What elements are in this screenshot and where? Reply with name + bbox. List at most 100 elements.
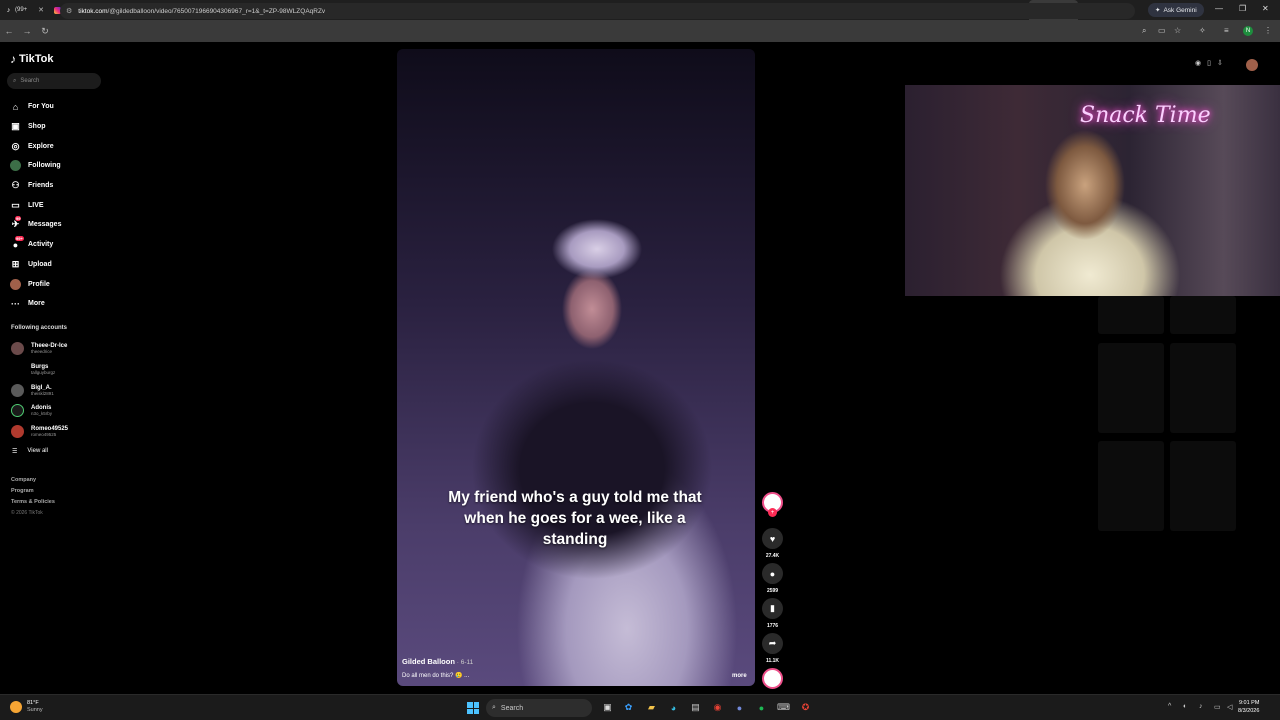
sound-avatar[interactable] (760, 668, 785, 689)
account-handle: romeo49525 (31, 432, 57, 438)
nav-item-profile[interactable]: Profile (10, 274, 61, 294)
taskbar-search[interactable]: ⌕ Search (486, 699, 592, 717)
extensions-icon[interactable]: ✧ (1199, 26, 1206, 35)
reload-icon[interactable]: ↻ (36, 26, 54, 37)
display-icon[interactable]: ▭ (1214, 703, 1221, 711)
forward-arrow-icon[interactable]: → (18, 26, 36, 36)
footer-terms-link[interactable]: Terms & Policies (11, 499, 55, 505)
account-avatar (11, 342, 24, 355)
more-link[interactable]: more (732, 673, 747, 679)
notification-badge: 99+ (15, 236, 24, 242)
share-arrow-icon: ➦ (762, 633, 783, 654)
video-caption: My friend who's a guy told me that when … (448, 489, 702, 548)
microphone-icon[interactable]: ♪ (1199, 703, 1203, 710)
download-icon[interactable]: ⇩ (1217, 59, 1223, 67)
loading-thumbnail (1098, 296, 1164, 334)
nav-item-activity[interactable]: ● 99+ Activity (10, 235, 61, 255)
coins-icon[interactable]: ◉ (1195, 59, 1201, 67)
like-count: 27.4K (765, 553, 780, 559)
chrome-icon[interactable]: ◉ (711, 701, 724, 714)
maximize-window-icon[interactable]: ❐ (1239, 4, 1246, 13)
weather-widget[interactable]: 81°F Sunny (10, 700, 43, 714)
copilot-icon[interactable]: ✿ (622, 701, 635, 714)
file-explorer-icon[interactable]: ▰ (645, 701, 658, 714)
nav-label: Upload (28, 260, 52, 268)
date: 8/3/2026 (1238, 708, 1260, 714)
back-arrow-icon[interactable]: ← (0, 26, 18, 36)
nav-item-shop[interactable]: ▣ Shop (10, 117, 61, 137)
save-button[interactable]: ▮ 1776 (760, 598, 785, 629)
bookmark-star-icon[interactable]: ☆ (1174, 26, 1181, 35)
following-account[interactable]: Romeo49525 romeo49525 (11, 425, 68, 439)
close-tab-icon[interactable]: ✕ (38, 6, 44, 14)
app-icon[interactable]: ✪ (799, 701, 812, 714)
nav-item-more[interactable]: ··· More (10, 294, 61, 314)
footer-program-link[interactable]: Program (11, 488, 55, 494)
discord-icon[interactable]: ● (733, 701, 746, 714)
following-account[interactable]: Theee-Dr-Ice theeedrice (11, 342, 67, 355)
nav-item-messages[interactable]: ✈ 99 Messages (10, 215, 61, 235)
video-author[interactable]: Gilded Balloon · 6-11 (402, 657, 473, 666)
time: 9:01 PM (1238, 700, 1260, 706)
browser-menu-icon[interactable]: ⋮ (1264, 26, 1272, 35)
nav-label: Following (28, 162, 61, 170)
minimize-window-icon[interactable]: — (1215, 4, 1223, 13)
ask-gemini-label: Ask Gemini (1163, 6, 1197, 14)
following-account[interactable]: Adonis n3o_k5rby (11, 404, 52, 418)
nav-item-live[interactable]: ▭ LIVE (10, 195, 61, 215)
nav-item-friends[interactable]: ⚇ Friends (10, 176, 61, 196)
nav-item-following[interactable]: Following (10, 156, 61, 176)
spotify-icon[interactable]: ● (755, 701, 768, 714)
device-icon[interactable]: ▯ (1207, 59, 1211, 67)
tray-chevron-icon[interactable]: ^ (1168, 703, 1171, 710)
site-info-icon[interactable]: ⚙ (66, 7, 72, 15)
url-domain: tiktok.com (78, 7, 108, 15)
comment-count: 2599 (766, 588, 779, 594)
upload-icon-glyph: ⊞ (11, 258, 20, 269)
profile-avatar-icon (10, 278, 21, 290)
nav-item-upload[interactable]: ⊞ Upload (10, 255, 61, 275)
nav-item-for-you[interactable]: ⌂ For You (10, 97, 61, 117)
cast-icon[interactable]: ▭ (1158, 26, 1166, 35)
tray-app-icon[interactable]: ◐ (1183, 703, 1187, 710)
account-handle: theeedrice (31, 349, 53, 354)
windows-start-icon[interactable] (467, 702, 479, 714)
creator-avatar[interactable]: + (760, 492, 785, 517)
author-name[interactable]: Gilded Balloon (402, 657, 455, 666)
browser-tab[interactable]: ♪ (99+ ✕ (0, 0, 49, 20)
footer-company-link[interactable]: Company (11, 477, 55, 483)
video-player[interactable] (397, 49, 755, 686)
view-all-link[interactable]: ☰ View all (12, 448, 48, 455)
user-avatar[interactable] (1246, 59, 1258, 71)
store-icon[interactable]: ▤ (689, 701, 702, 714)
compass-icon: ◎ (10, 141, 21, 152)
neon-sign: Snack Time (1080, 103, 1211, 128)
volume-icon[interactable]: ◁ (1227, 703, 1232, 711)
following-avatar-icon (10, 160, 21, 172)
reading-list-icon[interactable]: ≡ (1224, 26, 1229, 35)
comment-button[interactable]: ● 2599 (760, 563, 785, 594)
following-account[interactable]: BigI_A. theiskl2891 (11, 383, 54, 397)
following-accounts-heading: Following accounts (11, 325, 68, 331)
share-button[interactable]: ➦ 11.1K (760, 633, 785, 664)
nav-item-explore[interactable]: ◎ Explore (10, 136, 61, 156)
browser-profile-avatar[interactable]: N (1243, 26, 1253, 36)
edge-icon[interactable]: ◕ (667, 701, 680, 714)
account-avatar (11, 363, 24, 376)
search-input[interactable]: ⌕ Search (7, 73, 101, 89)
close-window-icon[interactable]: ✕ (1262, 4, 1269, 13)
terminal-icon[interactable]: ⌨ (777, 701, 790, 714)
tiktok-icon: ♪ (6, 6, 11, 14)
task-view-icon[interactable]: ▣ (601, 701, 614, 714)
clock[interactable]: 9:01 PM 8/3/2026 (1238, 699, 1259, 715)
follow-plus-icon[interactable]: + (768, 508, 777, 517)
message-icon-glyph: ✈ (11, 219, 20, 230)
zoom-icon[interactable]: ⌕ (1142, 26, 1146, 36)
ask-gemini-button[interactable]: ✦ Ask Gemini (1148, 3, 1204, 17)
url-field[interactable]: ⚙ tiktok.com /@gildedballoon/video/76500… (60, 3, 1135, 19)
tiktok-logo[interactable]: ♪ TikTok (10, 52, 53, 66)
nav-label: Explore (28, 142, 54, 150)
following-account[interactable]: Burgs tallguyburgz (11, 363, 55, 376)
upload-icon: ⊞ (10, 259, 21, 270)
like-button[interactable]: ♥ 27.4K (760, 528, 785, 559)
